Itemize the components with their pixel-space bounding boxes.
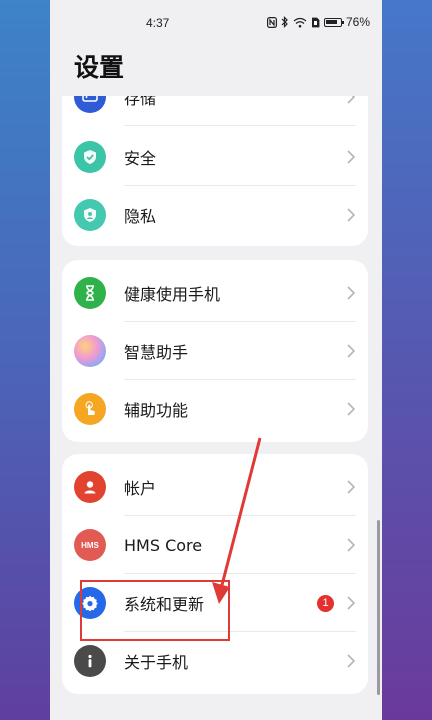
annotation-arrow (212, 437, 262, 604)
